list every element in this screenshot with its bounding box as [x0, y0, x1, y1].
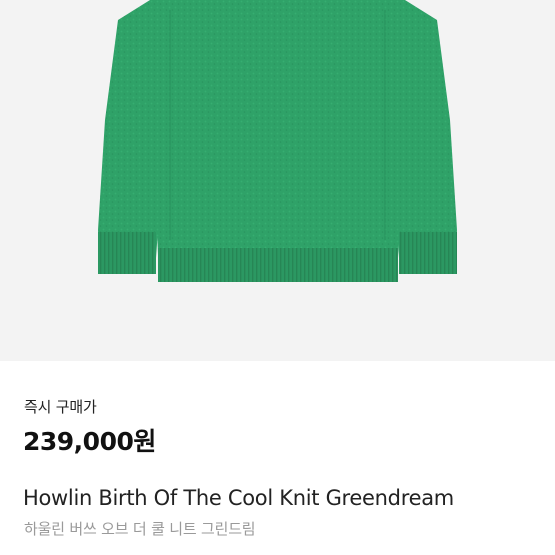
sweater-image [98, 0, 457, 282]
product-image[interactable] [0, 0, 555, 361]
product-page: 즉시 구매가 239,000원 Howlin Birth Of The Cool… [0, 0, 555, 555]
product-info: 즉시 구매가 239,000원 Howlin Birth Of The Cool… [0, 361, 555, 555]
product-title-en: Howlin Birth Of The Cool Knit Greendream [23, 486, 454, 510]
purchase-label: 즉시 구매가 [24, 398, 97, 416]
hem-rib [158, 248, 398, 282]
left-cuff [98, 232, 156, 274]
price: 239,000원 [23, 427, 156, 456]
sweater-body [150, 0, 405, 255]
right-cuff [399, 232, 457, 274]
product-title-ko: 하울린 버쓰 오브 더 쿨 니트 그린드림 [24, 520, 256, 538]
